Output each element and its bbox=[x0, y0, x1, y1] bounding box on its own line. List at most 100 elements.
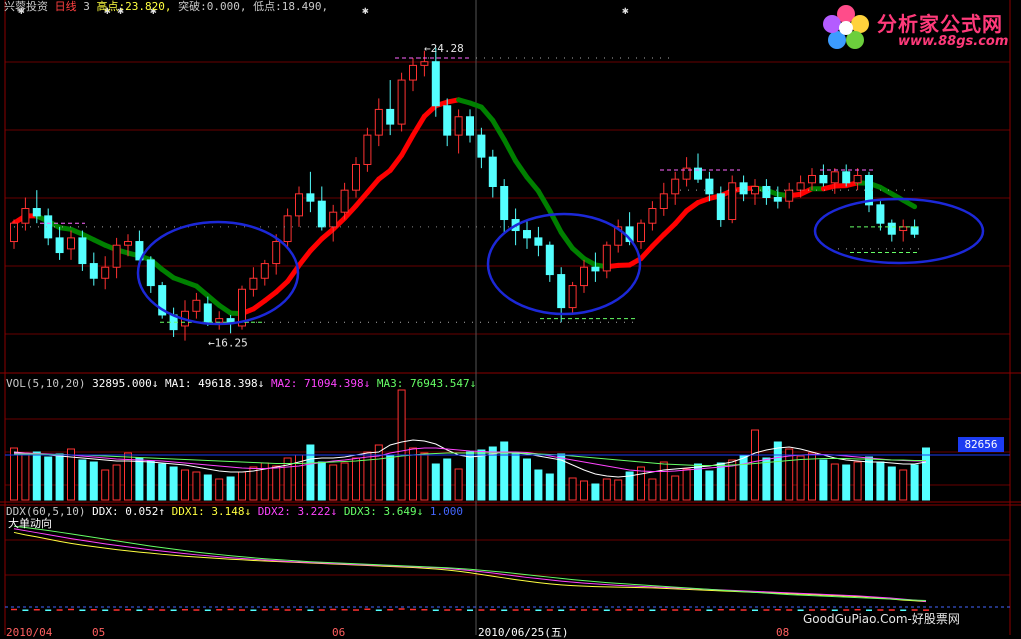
candle-body bbox=[797, 183, 804, 190]
price-header: 兴蓉投资 日线 3 高点:23.820, 突破:0.000, 低点:18.490… bbox=[4, 0, 328, 13]
candle-body bbox=[33, 209, 40, 216]
candle-body bbox=[410, 65, 417, 80]
volume-bar bbox=[763, 458, 770, 500]
low-label: 低点: bbox=[253, 0, 282, 13]
volume-bar bbox=[774, 442, 781, 500]
volume-bar bbox=[467, 452, 474, 500]
break-label: 突破: bbox=[178, 0, 207, 13]
candle-body bbox=[330, 212, 337, 227]
ddx-bar bbox=[649, 610, 655, 612]
ddx-bar bbox=[456, 609, 462, 611]
candle-body bbox=[831, 172, 838, 183]
candle-body bbox=[581, 267, 588, 285]
volume-bar bbox=[831, 464, 838, 500]
volume-bar bbox=[45, 457, 52, 500]
break-value: 0.000, bbox=[207, 0, 247, 13]
volume-bar bbox=[672, 476, 679, 500]
volume-bar bbox=[866, 457, 873, 500]
candle-body bbox=[672, 179, 679, 194]
candle-body bbox=[45, 216, 52, 238]
volume-bar bbox=[11, 448, 18, 500]
ddx-bar bbox=[558, 610, 564, 612]
vol-ma2: MA2: 71094.398↓ bbox=[271, 377, 370, 390]
volume-bar bbox=[649, 479, 656, 500]
candle-body bbox=[364, 135, 371, 164]
volume-bar bbox=[421, 453, 428, 500]
volume-bar bbox=[911, 465, 918, 500]
candle-body bbox=[501, 186, 508, 219]
ddx3-value: DDX3: 3.649↓ bbox=[344, 505, 423, 518]
date-label-0: 2010/04 bbox=[6, 626, 52, 639]
ddx-bar bbox=[319, 609, 325, 611]
ddx-bar bbox=[399, 608, 405, 610]
volume-bar bbox=[581, 481, 588, 500]
ddx-bar bbox=[513, 609, 519, 611]
ddx-bar bbox=[342, 609, 348, 611]
candle-body bbox=[569, 286, 576, 308]
candle-body bbox=[660, 194, 667, 209]
candle-body bbox=[193, 300, 200, 311]
candle-body bbox=[90, 264, 97, 279]
watermark: GoodGuPiao.Com-好股票网 bbox=[803, 610, 960, 627]
candle-body bbox=[250, 278, 257, 289]
volume-bar bbox=[170, 467, 177, 500]
ddx-bar bbox=[34, 609, 40, 611]
ddx-bar bbox=[706, 610, 712, 612]
ddx-bar bbox=[205, 610, 211, 612]
candle-body bbox=[763, 186, 770, 197]
volume-bar bbox=[216, 479, 223, 500]
ddx-label: 大单动向 bbox=[8, 517, 52, 530]
ddx-bar bbox=[114, 609, 120, 611]
ddx-bar bbox=[478, 609, 484, 611]
volume-bar bbox=[227, 477, 234, 500]
volume-bar bbox=[147, 461, 154, 500]
volume-bar bbox=[683, 469, 690, 500]
volume-bar bbox=[546, 474, 553, 500]
volume-bar bbox=[250, 467, 257, 500]
ddx-bar bbox=[364, 609, 370, 611]
vol-title: VOL(5,10,20) bbox=[6, 377, 85, 390]
candle-body bbox=[102, 267, 109, 278]
candle-body bbox=[421, 62, 428, 66]
candle-body bbox=[911, 227, 918, 234]
ddx-bar bbox=[182, 609, 188, 611]
volume-bar bbox=[512, 453, 519, 500]
star-marker-icon: ✱ bbox=[622, 4, 629, 17]
ddx-bar bbox=[228, 609, 234, 611]
ddx-bar bbox=[535, 610, 541, 612]
ddx-bar bbox=[171, 610, 177, 612]
volume-bar bbox=[854, 462, 861, 500]
candle-body bbox=[888, 223, 895, 234]
candle-body bbox=[717, 194, 724, 220]
date-label-2: 06 bbox=[332, 626, 345, 639]
candle-body bbox=[216, 319, 223, 323]
ddx-bar bbox=[45, 610, 51, 612]
volume-bar bbox=[717, 463, 724, 500]
ddx-bar bbox=[102, 610, 108, 612]
candle-body bbox=[444, 106, 451, 135]
candle-body bbox=[786, 190, 793, 201]
volume-bar bbox=[706, 471, 713, 500]
ddx-bar bbox=[410, 609, 416, 611]
ddx-bar bbox=[216, 609, 222, 611]
candle-body bbox=[455, 117, 462, 135]
candle-body bbox=[603, 245, 610, 271]
candle-body bbox=[877, 205, 884, 223]
volume-bar bbox=[182, 470, 189, 500]
volume-bar bbox=[330, 465, 337, 500]
ddx-bar bbox=[490, 609, 496, 611]
volume-bar bbox=[102, 470, 109, 500]
ddx-bar bbox=[661, 609, 667, 611]
ddx-bar bbox=[376, 610, 382, 612]
volume-bar bbox=[444, 459, 451, 500]
volume-bar bbox=[501, 442, 508, 500]
ddx-bar bbox=[604, 610, 610, 612]
ddx-bar bbox=[592, 609, 598, 611]
ddx-value: DDX: 0.052↑ bbox=[92, 505, 165, 518]
ddx-bar bbox=[239, 609, 245, 611]
volume-bar bbox=[638, 467, 645, 500]
candle-body bbox=[774, 198, 781, 202]
volume-bar bbox=[159, 464, 166, 500]
ddx-bar bbox=[296, 609, 302, 611]
ddx2-value: DDX2: 3.222↓ bbox=[258, 505, 337, 518]
